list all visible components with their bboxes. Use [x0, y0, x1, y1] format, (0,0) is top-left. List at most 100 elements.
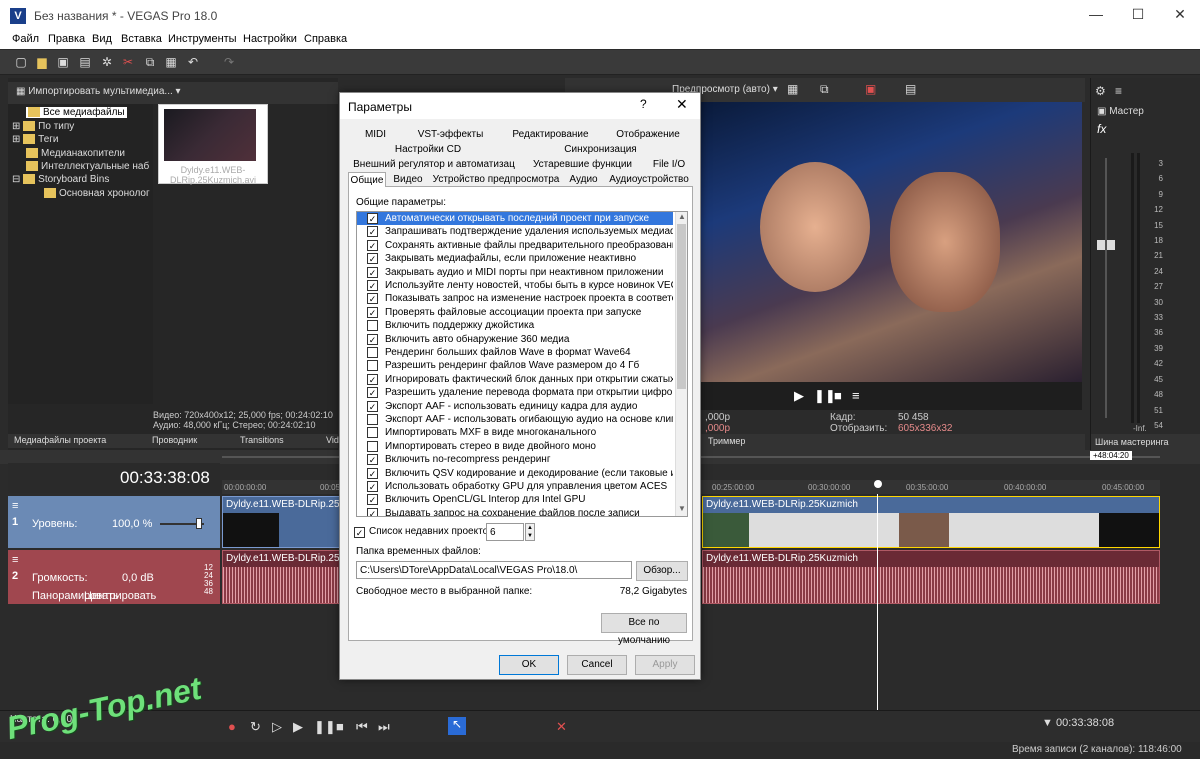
- tab-midi[interactable]: MIDI: [348, 127, 403, 142]
- option-checkbox[interactable]: [367, 440, 378, 452]
- maximize-button[interactable]: ☐: [1128, 6, 1148, 24]
- save-icon[interactable]: ▣: [56, 55, 70, 69]
- option-row[interactable]: ✓ Закрывать аудио и MIDI порты при неакти…: [357, 266, 673, 279]
- option-row[interactable]: ✓ Выдавать запрос на сохранение файлов по…: [357, 507, 673, 516]
- option-checkbox[interactable]: [367, 360, 378, 372]
- tab-file-io[interactable]: File I/O: [645, 157, 693, 172]
- option-checkbox[interactable]: ✓: [367, 467, 378, 479]
- tree-item-smart-bins[interactable]: Интеллектуальные наб: [26, 161, 149, 172]
- temp-folder-input[interactable]: [356, 561, 632, 579]
- menu-edit[interactable]: Правка: [48, 33, 85, 45]
- option-checkbox[interactable]: [367, 347, 378, 358]
- menu-options[interactable]: Настройки: [243, 33, 297, 45]
- option-row[interactable]: ✓ Игнорировать фактический блок данных пр…: [357, 373, 673, 386]
- option-checkbox[interactable]: ✓: [367, 253, 378, 265]
- option-checkbox[interactable]: [367, 320, 378, 332]
- go-start-icon[interactable]: ⏮: [356, 719, 368, 735]
- menu-file[interactable]: Файл: [12, 33, 39, 45]
- ok-button[interactable]: OK: [499, 655, 559, 675]
- tab-video[interactable]: Видео: [386, 172, 430, 187]
- new-icon[interactable]: ▢: [14, 55, 28, 69]
- option-row[interactable]: ✓ Включить авто обнаружение 360 медиа: [357, 333, 673, 346]
- option-row[interactable]: ✓ Включить OpenCL/GL Interop для Intel GP…: [357, 493, 673, 506]
- option-row[interactable]: Разрешить рендеринг файлов Wave размером…: [357, 359, 673, 372]
- tree-item-storyboard-bins[interactable]: ⊟ Storyboard Bins: [12, 174, 109, 185]
- option-checkbox[interactable]: [367, 414, 378, 425]
- recent-projects-spinner[interactable]: ▲ ▼: [525, 523, 535, 541]
- option-checkbox[interactable]: ✓: [367, 481, 378, 492]
- option-row[interactable]: ✓ Разрешить удаление перевода формата при…: [357, 386, 673, 399]
- save-as-icon[interactable]: ▤: [78, 55, 92, 69]
- media-thumbnail[interactable]: Dyldy.e11.WEB-DLRip.25Kuzmich.avi: [158, 104, 268, 185]
- fx-icon[interactable]: ≡: [1115, 84, 1122, 98]
- tab-cd-settings[interactable]: Настройки CD: [348, 142, 508, 157]
- playhead-marker[interactable]: [874, 480, 882, 488]
- option-row[interactable]: ✓ Включить QSV кодирование и декодировани…: [357, 467, 673, 480]
- option-checkbox[interactable]: ✓: [367, 454, 378, 466]
- option-row[interactable]: Включить поддержку джойстика: [357, 319, 673, 332]
- option-checkbox[interactable]: ✓: [367, 213, 378, 224]
- option-row[interactable]: ✓ Использовать обработку GPU для управлен…: [357, 480, 673, 493]
- option-checkbox[interactable]: ✓: [367, 226, 378, 238]
- option-row[interactable]: ✓ Автоматически открывать последний проек…: [357, 212, 673, 226]
- close-button[interactable]: ✕: [1170, 6, 1190, 24]
- general-options-list[interactable]: ✓ Автоматически открывать последний проек…: [356, 211, 688, 517]
- tab-preview-device[interactable]: Устройство предпросмотра: [430, 172, 562, 187]
- scroll-up-icon[interactable]: ▲: [678, 212, 686, 221]
- option-row[interactable]: Импортировать стерео в виде двойного мон…: [357, 440, 673, 453]
- help-button[interactable]: ?: [640, 97, 647, 111]
- option-checkbox[interactable]: ✓: [367, 494, 378, 506]
- option-checkbox[interactable]: ✓: [367, 266, 378, 278]
- reset-all-button[interactable]: Все по умолчанию: [601, 613, 687, 646]
- apply-button[interactable]: Apply: [635, 655, 695, 675]
- option-checkbox[interactable]: ✓: [367, 333, 378, 345]
- cut-icon[interactable]: ✂: [121, 55, 135, 69]
- option-checkbox[interactable]: ✓: [367, 387, 378, 399]
- track-menu-icon[interactable]: ≡: [12, 500, 18, 512]
- tab-general[interactable]: Общие: [348, 172, 386, 187]
- redo-icon[interactable]: ↷: [222, 55, 236, 69]
- recent-projects-count-input[interactable]: [486, 523, 524, 541]
- loop-icon[interactable]: ↻: [250, 719, 261, 735]
- record-icon[interactable]: ●: [228, 719, 236, 734]
- menu-help[interactable]: Справка: [304, 33, 347, 45]
- tree-item-main-timeline[interactable]: Основная хронолог: [44, 188, 150, 199]
- minimize-button[interactable]: —: [1086, 6, 1106, 24]
- level-slider-knob[interactable]: [196, 518, 202, 529]
- dialog-close-button[interactable]: ✕: [676, 96, 688, 113]
- stop-icon[interactable]: ■: [336, 719, 344, 734]
- scrollbar-thumb[interactable]: [677, 224, 686, 389]
- option-checkbox[interactable]: [367, 427, 378, 439]
- tab-trimmer[interactable]: Триммер: [708, 436, 745, 446]
- stop-icon[interactable]: ■: [834, 388, 842, 403]
- menu-tools[interactable]: Инструменты: [168, 33, 237, 45]
- option-row[interactable]: ✓ Показывать запрос на изменение настроек…: [357, 292, 673, 305]
- open-icon[interactable]: ▆: [35, 55, 49, 69]
- tab-video-fx[interactable]: Vid: [326, 435, 339, 445]
- pause-icon[interactable]: ❚❚: [814, 388, 836, 404]
- option-checkbox[interactable]: ✓: [367, 280, 378, 291]
- option-row[interactable]: ✓ Проверять файловые ассоциации проекта п…: [357, 306, 673, 319]
- tab-editing[interactable]: Редактирование: [498, 127, 603, 142]
- menu-insert[interactable]: Вставка: [121, 33, 162, 45]
- scroll-down-icon[interactable]: ▼: [678, 504, 686, 513]
- play-icon[interactable]: ▶: [293, 719, 303, 735]
- menu-icon[interactable]: ≡: [852, 388, 860, 403]
- option-checkbox[interactable]: ✓: [367, 293, 378, 305]
- go-end-icon[interactable]: ⏭: [378, 719, 390, 735]
- tab-transitions[interactable]: Transitions: [240, 435, 284, 445]
- track-menu-icon[interactable]: ≡: [12, 554, 18, 566]
- tree-item-media-drives[interactable]: Медианакопители: [26, 148, 125, 159]
- tab-sync[interactable]: Синхронизация: [508, 142, 693, 157]
- delete-icon[interactable]: ✕: [556, 719, 567, 735]
- play-icon[interactable]: ▶: [794, 388, 804, 404]
- option-checkbox[interactable]: ✓: [367, 306, 378, 318]
- tab-audio[interactable]: Аудио: [562, 172, 605, 187]
- edit-tool-icon[interactable]: ↖: [448, 717, 466, 735]
- browse-button[interactable]: Обзор...: [636, 561, 688, 581]
- tab-deprecated[interactable]: Устаревшие функции: [520, 157, 645, 172]
- copy-snapshot-icon[interactable]: ⧉: [820, 82, 829, 97]
- option-row[interactable]: ✓ Включить no-recompress рендеринг: [357, 453, 673, 466]
- option-row[interactable]: Рендеринг больших файлов Wave в формат W…: [357, 346, 673, 359]
- tree-item-all-media[interactable]: Все медиафайлы: [26, 107, 127, 118]
